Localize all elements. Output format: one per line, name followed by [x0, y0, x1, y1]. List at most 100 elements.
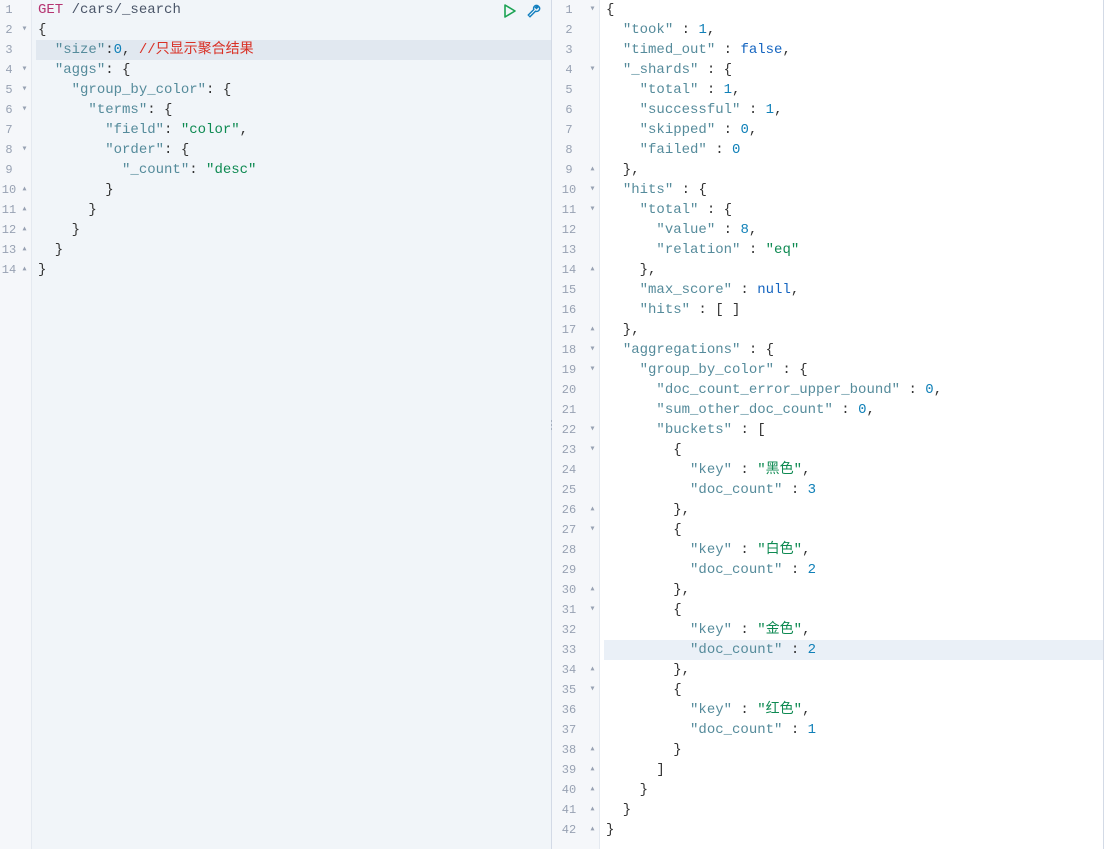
code-line[interactable]: }	[604, 740, 1103, 760]
code-line[interactable]: "key" : "黑色",	[604, 460, 1103, 480]
fold-close-icon[interactable]: ▴	[18, 180, 31, 200]
code-line[interactable]: "buckets" : [	[604, 420, 1103, 440]
line-number: 31	[552, 600, 586, 620]
code-line[interactable]: "key" : "红色",	[604, 700, 1103, 720]
code-line[interactable]: }	[36, 240, 551, 260]
line-number: 24	[552, 460, 586, 480]
code-line[interactable]: "hits" : {	[604, 180, 1103, 200]
code-line[interactable]: "doc_count" : 2	[604, 640, 1103, 660]
code-line[interactable]: {	[36, 20, 551, 40]
fold-close-icon[interactable]: ▴	[586, 740, 599, 760]
code-line[interactable]: }	[604, 820, 1103, 840]
code-line[interactable]: "total" : 1,	[604, 80, 1103, 100]
token-punc: }	[38, 242, 63, 258]
code-line[interactable]: }	[36, 200, 551, 220]
fold-open-icon[interactable]: ▾	[586, 360, 599, 380]
fold-open-icon[interactable]: ▾	[586, 200, 599, 220]
code-line[interactable]: "key" : "白色",	[604, 540, 1103, 560]
code-line[interactable]: "key" : "金色",	[604, 620, 1103, 640]
fold-close-icon[interactable]: ▴	[586, 580, 599, 600]
code-line[interactable]: "relation" : "eq"	[604, 240, 1103, 260]
code-line[interactable]: "doc_count_error_upper_bound" : 0,	[604, 380, 1103, 400]
code-line[interactable]: "max_score" : null,	[604, 280, 1103, 300]
code-line[interactable]: "doc_count" : 2	[604, 560, 1103, 580]
fold-open-icon[interactable]: ▾	[586, 340, 599, 360]
fold-open-icon[interactable]: ▾	[586, 520, 599, 540]
code-line[interactable]: {	[604, 0, 1103, 20]
fold-close-icon[interactable]: ▴	[586, 800, 599, 820]
fold-open-icon[interactable]: ▾	[586, 420, 599, 440]
fold-open-icon[interactable]: ▾	[586, 600, 599, 620]
code-line[interactable]: {	[604, 440, 1103, 460]
code-line[interactable]: "size":0, //只显示聚合结果	[36, 40, 551, 60]
code-line[interactable]: "field": "color",	[36, 120, 551, 140]
code-line[interactable]: },	[604, 260, 1103, 280]
code-line[interactable]: "sum_other_doc_count" : 0,	[604, 400, 1103, 420]
code-line[interactable]: "value" : 8,	[604, 220, 1103, 240]
code-line[interactable]: "aggs": {	[36, 60, 551, 80]
fold-close-icon[interactable]: ▴	[18, 240, 31, 260]
fold-close-icon[interactable]: ▴	[586, 780, 599, 800]
fold-open-icon[interactable]: ▾	[18, 20, 31, 40]
code-line[interactable]: {	[604, 520, 1103, 540]
fold-open-icon[interactable]: ▾	[586, 60, 599, 80]
code-line[interactable]: },	[604, 660, 1103, 680]
token-punc	[606, 362, 640, 378]
fold-close-icon[interactable]: ▴	[586, 500, 599, 520]
code-line[interactable]: }	[604, 800, 1103, 820]
fold-open-icon[interactable]: ▾	[586, 680, 599, 700]
token-num: 2	[808, 642, 816, 658]
fold-open-icon[interactable]: ▾	[586, 0, 599, 20]
fold-close-icon[interactable]: ▴	[586, 820, 599, 840]
code-line[interactable]: "successful" : 1,	[604, 100, 1103, 120]
code-line[interactable]: {	[604, 680, 1103, 700]
fold-open-icon[interactable]: ▾	[586, 440, 599, 460]
fold-close-icon[interactable]: ▴	[18, 220, 31, 240]
request-editor[interactable]: GET /cars/_search{ "size":0, //只显示聚合结果 "…	[32, 0, 551, 849]
code-line[interactable]: "order": {	[36, 140, 551, 160]
wrench-button[interactable]	[525, 2, 543, 20]
code-line[interactable]: GET /cars/_search	[36, 0, 551, 20]
code-line[interactable]: }	[36, 180, 551, 200]
run-query-button[interactable]	[501, 2, 519, 20]
code-line[interactable]: "hits" : [ ]	[604, 300, 1103, 320]
fold-close-icon[interactable]: ▴	[18, 200, 31, 220]
response-viewer[interactable]: { "took" : 1, "timed_out" : false, "_sha…	[600, 0, 1103, 849]
code-line[interactable]: },	[604, 500, 1103, 520]
code-line[interactable]: "skipped" : 0,	[604, 120, 1103, 140]
fold-open-icon[interactable]: ▾	[18, 100, 31, 120]
code-line[interactable]: ]	[604, 760, 1103, 780]
code-line[interactable]: {	[604, 600, 1103, 620]
code-line[interactable]: "timed_out" : false,	[604, 40, 1103, 60]
token-punc: {	[606, 682, 682, 698]
code-line[interactable]: },	[604, 580, 1103, 600]
fold-open-icon[interactable]: ▾	[18, 140, 31, 160]
code-line[interactable]: }	[604, 780, 1103, 800]
code-line[interactable]: "total" : {	[604, 200, 1103, 220]
code-line[interactable]: "terms": {	[36, 100, 551, 120]
fold-close-icon[interactable]: ▴	[586, 160, 599, 180]
token-punc: :	[673, 22, 698, 38]
token-punc: : {	[673, 182, 707, 198]
code-line[interactable]: "_shards" : {	[604, 60, 1103, 80]
fold-close-icon[interactable]: ▴	[586, 320, 599, 340]
code-line[interactable]: "failed" : 0	[604, 140, 1103, 160]
fold-close-icon[interactable]: ▴	[18, 260, 31, 280]
code-line[interactable]: "aggregations" : {	[604, 340, 1103, 360]
code-line[interactable]: }	[36, 220, 551, 240]
code-line[interactable]: "doc_count" : 3	[604, 480, 1103, 500]
fold-close-icon[interactable]: ▴	[586, 660, 599, 680]
fold-close-icon[interactable]: ▴	[586, 260, 599, 280]
code-line[interactable]: }	[36, 260, 551, 280]
code-line[interactable]: "group_by_color" : {	[604, 360, 1103, 380]
code-line[interactable]: "doc_count" : 1	[604, 720, 1103, 740]
code-line[interactable]: },	[604, 160, 1103, 180]
code-line[interactable]: "took" : 1,	[604, 20, 1103, 40]
fold-close-icon[interactable]: ▴	[586, 760, 599, 780]
code-line[interactable]: "_count": "desc"	[36, 160, 551, 180]
code-line[interactable]: },	[604, 320, 1103, 340]
code-line[interactable]: "group_by_color": {	[36, 80, 551, 100]
fold-open-icon[interactable]: ▾	[18, 60, 31, 80]
fold-open-icon[interactable]: ▾	[586, 180, 599, 200]
fold-open-icon[interactable]: ▾	[18, 80, 31, 100]
